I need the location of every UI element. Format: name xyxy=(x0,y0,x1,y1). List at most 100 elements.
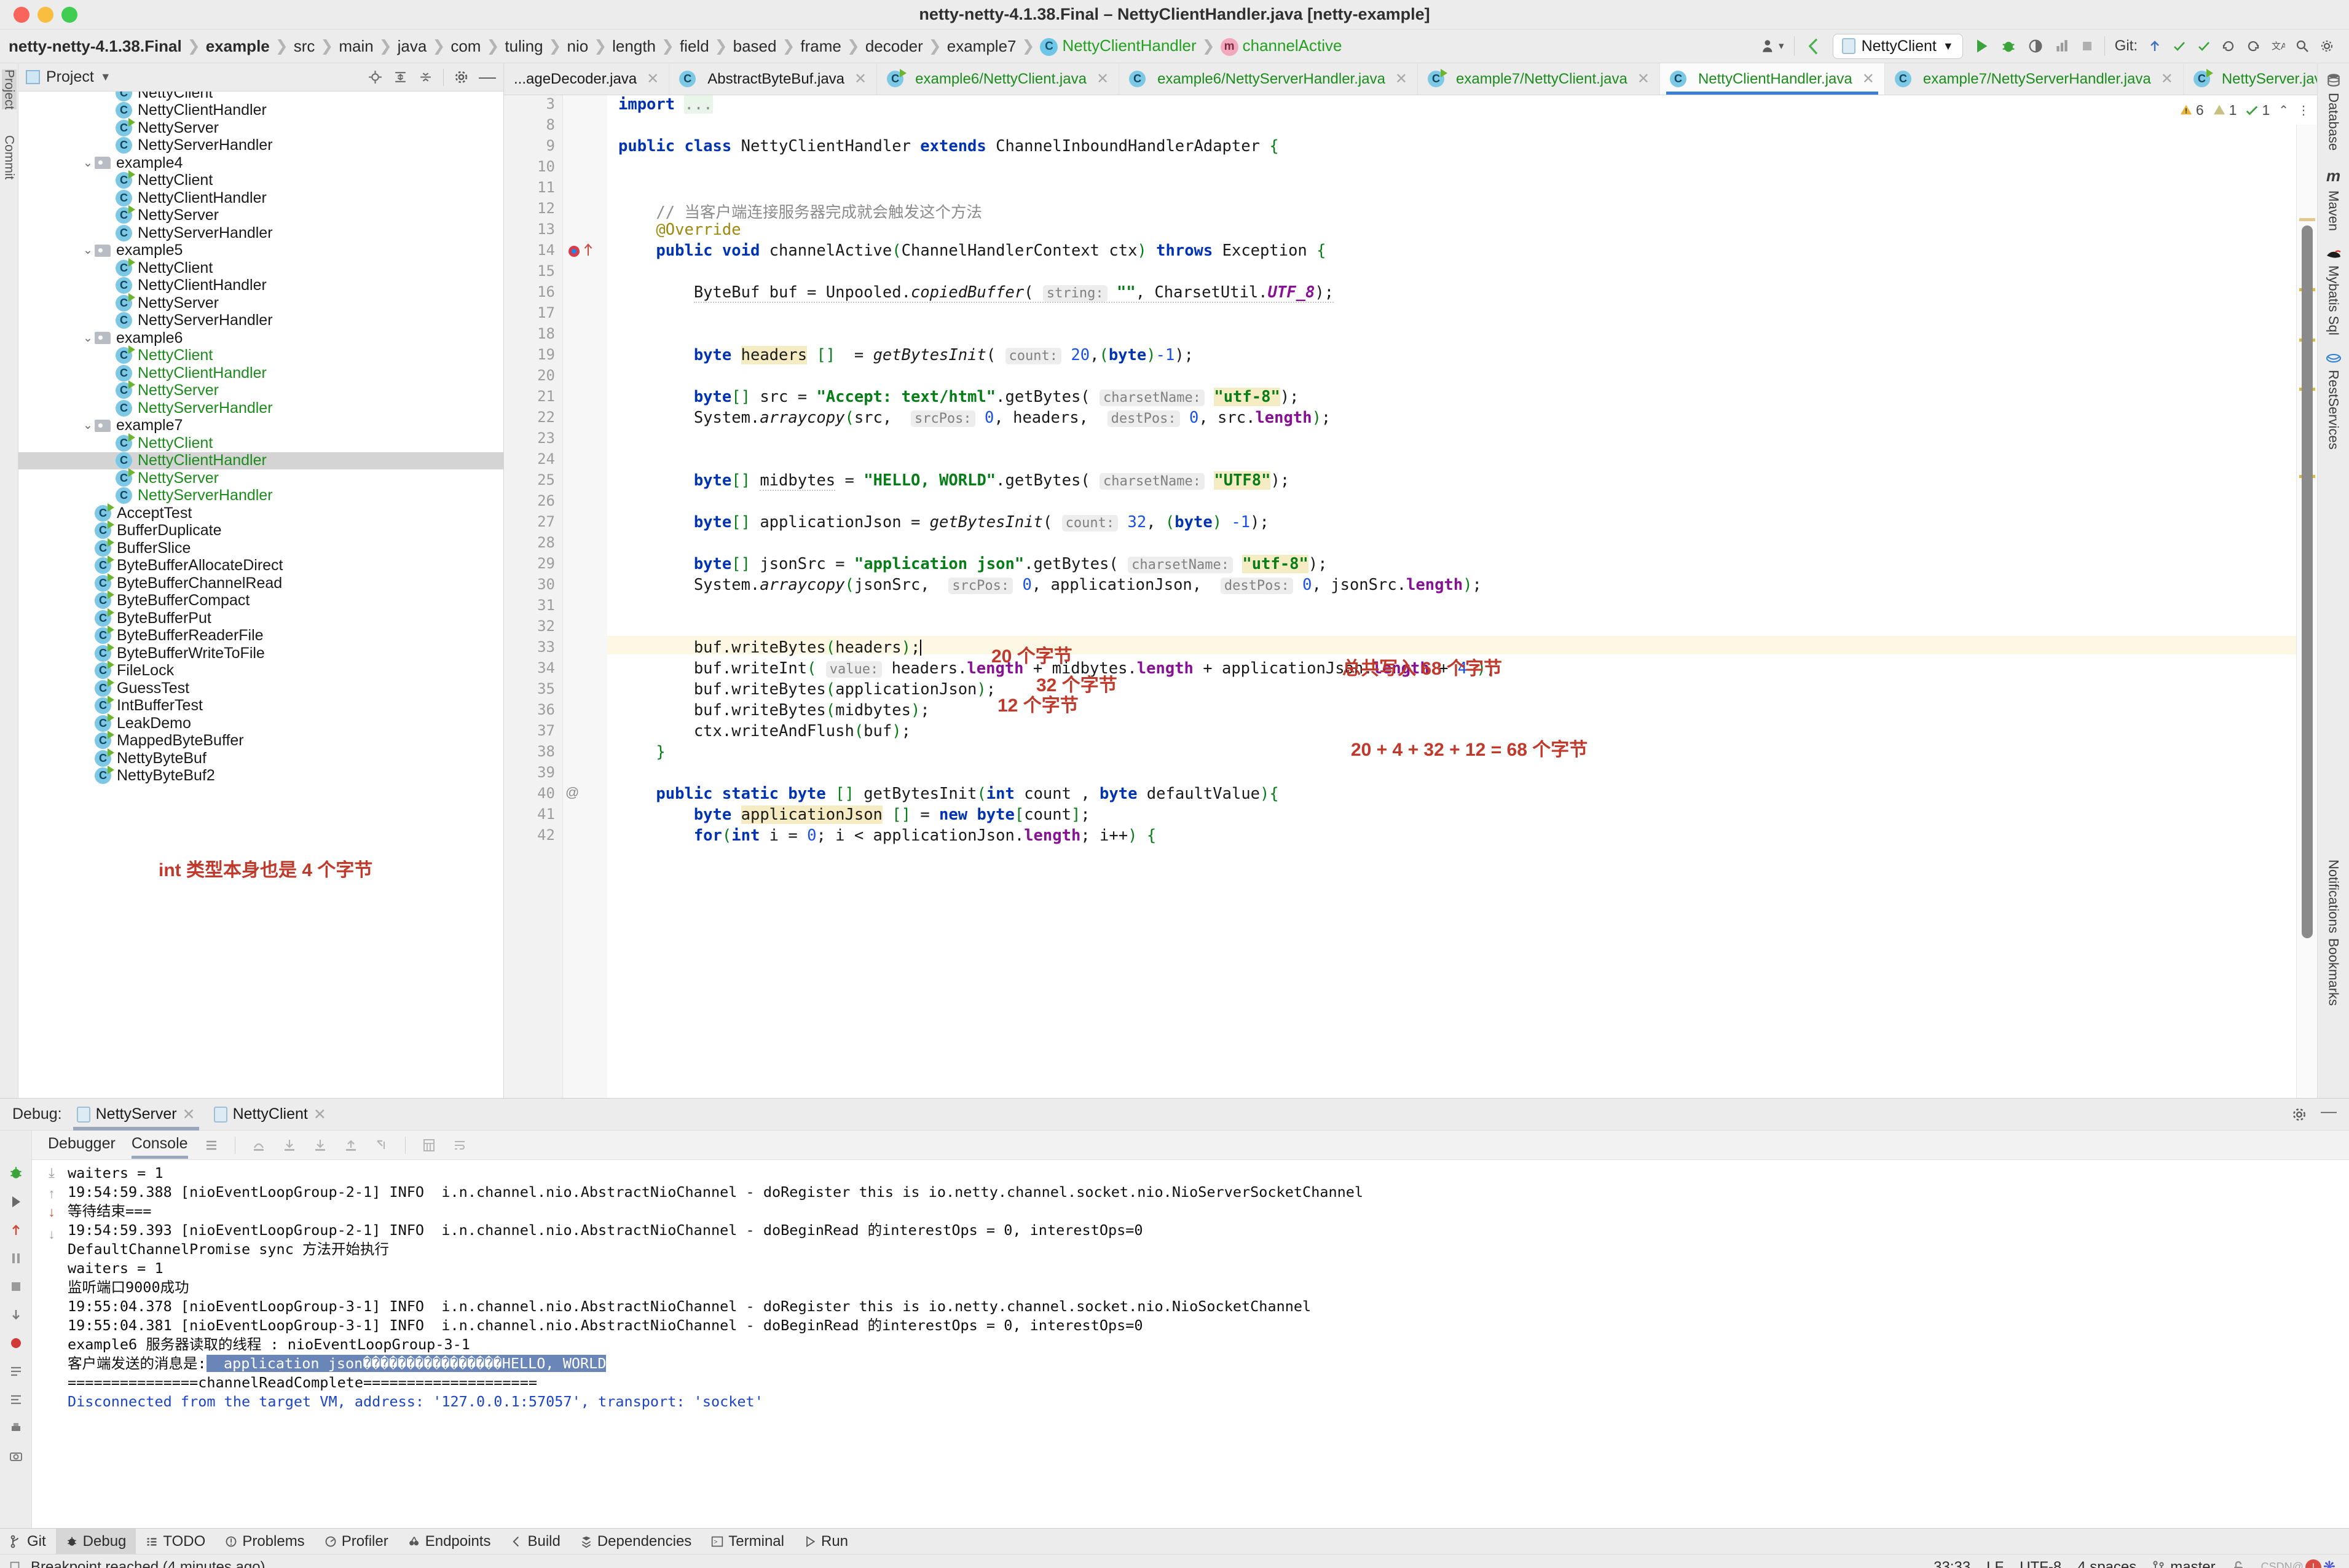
breadcrumb-item-nio[interactable]: nio xyxy=(567,37,589,56)
code-line-arraycopy1[interactable]: System.arraycopy(src, srcPos: 0, headers… xyxy=(607,409,1331,427)
breadcrumb-item-src[interactable]: src xyxy=(294,37,315,56)
code-line-midbytes[interactable]: byte[] midbytes = "HELLO, WORLD".getByte… xyxy=(607,471,1289,490)
profile-button[interactable] xyxy=(2054,38,2070,54)
user-settings-icon[interactable]: ▾ xyxy=(1761,38,1784,54)
code-line-writebytes-headers[interactable]: buf.writeBytes(headers); xyxy=(607,638,921,657)
breadcrumb-item-com[interactable]: com xyxy=(451,37,481,56)
close-icon[interactable]: ✕ xyxy=(1395,70,1407,88)
indent-setting[interactable]: 4 spaces xyxy=(2077,1559,2136,1568)
chevron-down-icon[interactable]: ⌄ xyxy=(81,243,95,257)
tool-window-bar[interactable]: GitDebugTODOProblemsProfilerEndpointsBui… xyxy=(0,1528,2349,1554)
editor-tab-bar[interactable]: ...ageDecoder.java✕CAbstractByteBuf.java… xyxy=(504,63,2317,95)
tree-class-item[interactable]: CMappedByteBuffer xyxy=(18,732,503,750)
search-icon[interactable] xyxy=(2295,39,2310,53)
close-icon[interactable]: ✕ xyxy=(647,70,659,88)
debug-toolbar[interactable]: Debugger Console xyxy=(32,1131,2349,1160)
tree-class-item[interactable]: CNettyServerHandler xyxy=(18,137,503,155)
settings-gear-icon[interactable] xyxy=(2319,39,2334,53)
tool-button-todo[interactable]: TODO xyxy=(136,1529,215,1554)
close-icon[interactable]: ✕ xyxy=(1637,70,1650,88)
code-line-class-decl[interactable]: public class NettyClientHandler extends … xyxy=(607,137,1279,155)
tree-class-item[interactable]: CNettyClient xyxy=(18,259,503,277)
tool-button-profiler[interactable]: Profiler xyxy=(315,1529,398,1554)
tree-class-item[interactable]: CNettyByteBuf xyxy=(18,750,503,767)
collapse-all-icon[interactable] xyxy=(418,69,433,85)
code-line-channel-active[interactable]: public void channelActive(ChannelHandler… xyxy=(607,241,1326,260)
rail-item-database[interactable]: Database xyxy=(2326,72,2342,151)
breadcrumb-item-field[interactable]: field xyxy=(680,37,709,56)
screenshot-icon[interactable] xyxy=(9,1449,23,1464)
warning-count[interactable]: 6 xyxy=(2179,102,2204,119)
code-line-src[interactable]: byte[] src = "Accept: text/html".getByte… xyxy=(607,388,1299,406)
step-into-icon[interactable] xyxy=(282,1138,297,1153)
code-line-override[interactable]: @Override xyxy=(607,221,741,239)
breadcrumb-item-main[interactable]: main xyxy=(339,37,373,56)
rail-item-maven[interactable]: m Maven xyxy=(2326,167,2342,231)
tool-button-problems[interactable]: Problems xyxy=(215,1529,314,1554)
expand-all-icon[interactable] xyxy=(393,69,408,85)
tree-class-item[interactable]: CNettyClientHandler xyxy=(18,364,503,382)
tree-class-item[interactable]: CIntBufferTest xyxy=(18,697,503,715)
step-down-icon[interactable] xyxy=(9,1307,23,1322)
tree-class-item[interactable]: CNettyServer xyxy=(18,469,503,487)
settings-icon[interactable] xyxy=(9,1392,23,1407)
gear-icon[interactable] xyxy=(454,69,469,85)
close-icon[interactable]: ✕ xyxy=(1096,70,1109,88)
caret-position[interactable]: 33:33 xyxy=(1934,1559,1970,1568)
tree-class-item[interactable]: CNettyClient xyxy=(18,434,503,452)
tree-folder[interactable]: ⌄example7 xyxy=(18,417,503,435)
view-breakpoints-icon[interactable] xyxy=(9,1364,23,1379)
marker-gutter[interactable]: @ xyxy=(563,95,607,1098)
tree-class-item[interactable]: CNettyServerHandler xyxy=(18,399,503,417)
weak-warning-count[interactable]: 1 xyxy=(2213,102,2237,119)
step-out-icon[interactable] xyxy=(344,1138,358,1153)
tree-class-item[interactable]: CBufferDuplicate xyxy=(18,522,503,540)
run-configuration-selector[interactable]: NettyClient ▼ xyxy=(1833,34,1963,59)
tool-button-git[interactable]: Git xyxy=(0,1529,56,1554)
locate-file-icon[interactable] xyxy=(368,69,383,85)
breadcrumb-item-java[interactable]: java xyxy=(398,37,427,56)
inspection-chevron-icon[interactable]: ⌃ xyxy=(2278,103,2289,118)
inspection-menu-icon[interactable]: ⋮ xyxy=(2297,103,2310,118)
git-update-icon[interactable] xyxy=(2147,39,2162,53)
tool-button-dependencies[interactable]: Dependencies xyxy=(570,1529,701,1554)
tool-button-build[interactable]: Build xyxy=(500,1529,570,1554)
rail-item-commit[interactable]: Commit xyxy=(2,135,17,179)
coverage-button[interactable] xyxy=(2027,37,2044,55)
tree-folder[interactable]: ⌄example6 xyxy=(18,329,503,347)
git-push-icon[interactable] xyxy=(2197,39,2211,53)
tree-class-item[interactable]: CNettyClient xyxy=(18,92,503,102)
tree-class-item[interactable]: CGuessTest xyxy=(18,680,503,697)
chevron-down-icon[interactable]: ⌄ xyxy=(81,331,95,345)
tool-button-run[interactable]: Run xyxy=(794,1529,858,1554)
editor-tab-abstractbytebuf-java[interactable]: CAbstractByteBuf.java✕ xyxy=(669,63,877,95)
pause-icon[interactable] xyxy=(9,1251,23,1266)
mute-breakpoints-icon[interactable] xyxy=(9,1336,23,1350)
tree-class-item[interactable]: CNettyClientHandler xyxy=(18,452,503,470)
error-stripe[interactable] xyxy=(2296,95,2317,1098)
soft-wrap-icon[interactable] xyxy=(452,1138,467,1153)
code-line-getbytesinit[interactable]: public static byte [] getBytesInit(int c… xyxy=(607,785,1279,803)
tree-class-item[interactable]: CFileLock xyxy=(18,662,503,680)
chevron-down-icon[interactable]: ⌄ xyxy=(81,418,95,433)
tool-button-debug[interactable]: Debug xyxy=(56,1529,136,1554)
code-line-jsonsrc[interactable]: byte[] jsonSrc = "application json".getB… xyxy=(607,555,1328,573)
tree-class-item[interactable]: CNettyServerHandler xyxy=(18,224,503,242)
tree-class-item[interactable]: CNettyServer xyxy=(18,294,503,312)
breadcrumb-item-based[interactable]: based xyxy=(733,37,777,56)
tree-class-item[interactable]: CBufferSlice xyxy=(18,539,503,557)
tree-class-item[interactable]: CNettyServer xyxy=(18,119,503,137)
print-icon[interactable] xyxy=(9,1421,23,1435)
rail-item-restservices[interactable]: RestServices xyxy=(2326,351,2342,450)
code-line-close-brace[interactable]: } xyxy=(607,743,666,761)
code-line-arraycopy2[interactable]: System.arraycopy(jsonSrc, srcPos: 0, app… xyxy=(607,576,1482,594)
tree-class-item[interactable]: CNettyClient xyxy=(18,172,503,190)
chevron-down-icon[interactable]: ▼ xyxy=(100,71,111,84)
force-step-into-icon[interactable] xyxy=(313,1138,328,1153)
tree-class-item[interactable]: CByteBufferPut xyxy=(18,610,503,627)
tree-class-item[interactable]: CNettyClientHandler xyxy=(18,277,503,295)
inspection-widget[interactable]: 6 1 1 ⌃ ⋮ xyxy=(2172,95,2317,125)
editor-tab--agedecoder-java[interactable]: ...ageDecoder.java✕ xyxy=(504,63,669,95)
typo-count[interactable]: 1 xyxy=(2245,102,2270,119)
tree-folder[interactable]: ⌄example4 xyxy=(18,154,503,172)
